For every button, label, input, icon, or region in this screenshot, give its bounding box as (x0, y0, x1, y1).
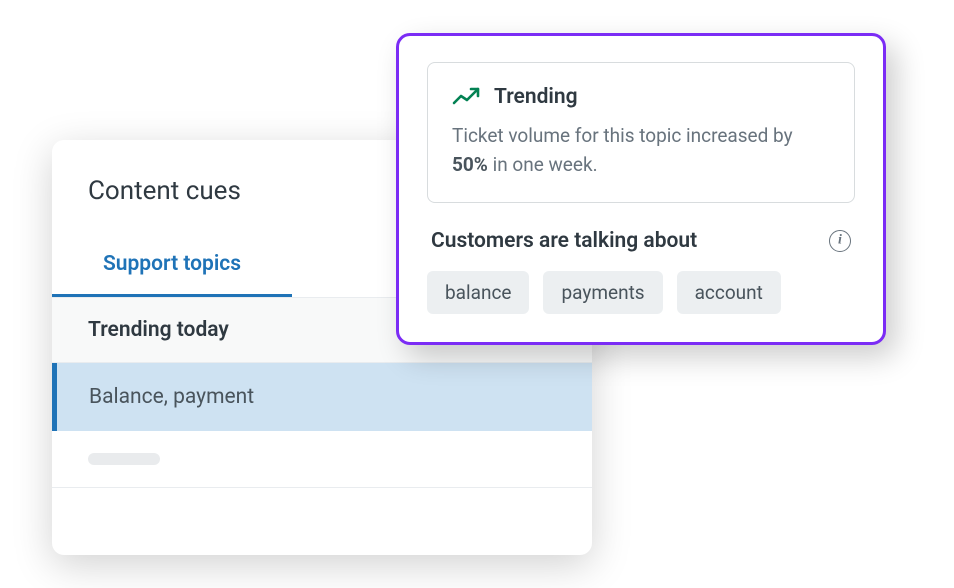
trending-up-icon (452, 87, 480, 107)
trending-desc-suffix: in one week. (488, 153, 598, 176)
trending-box: Trending Ticket volume for this topic in… (427, 62, 855, 203)
topic-detail-popover: Trending Ticket volume for this topic in… (396, 33, 886, 345)
topic-chips: balance payments account (427, 271, 855, 314)
chip-account[interactable]: account (677, 271, 781, 314)
info-icon[interactable] (829, 230, 851, 252)
list-item-placeholder (52, 431, 592, 488)
chip-payments[interactable]: payments (543, 271, 662, 314)
talking-about-header: Customers are talking about (427, 229, 855, 253)
list-item-balance-payment[interactable]: Balance, payment (52, 363, 592, 431)
skeleton-bar (88, 453, 160, 465)
trending-desc-prefix: Ticket volume for this topic increased b… (452, 124, 793, 147)
trending-description: Ticket volume for this topic increased b… (452, 121, 830, 180)
talking-about-title: Customers are talking about (431, 229, 697, 253)
trending-header: Trending (452, 85, 830, 109)
trending-label: Trending (494, 85, 578, 109)
chip-balance[interactable]: balance (427, 271, 529, 314)
trending-percent: 50% (452, 153, 488, 176)
tab-support-topics[interactable]: Support topics (52, 234, 292, 297)
